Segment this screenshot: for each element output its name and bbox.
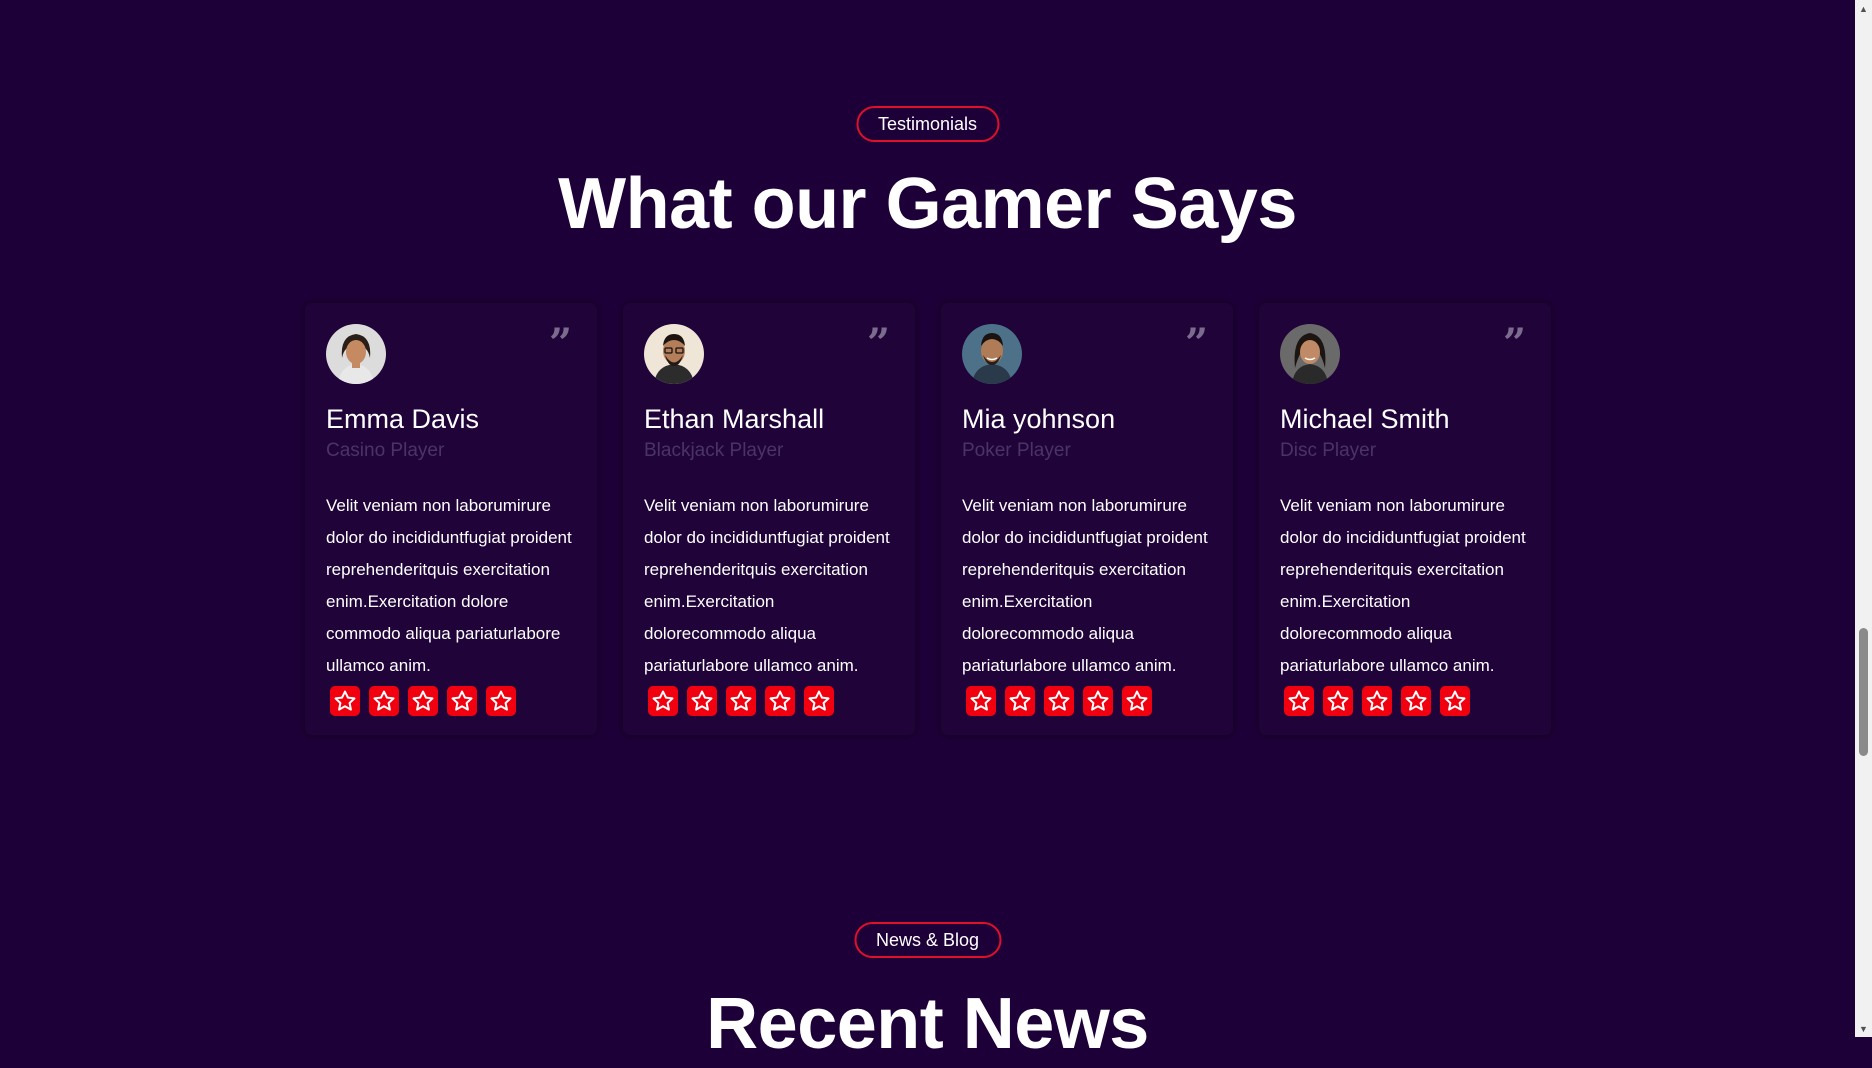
avatar [326, 324, 386, 384]
testimonial-name: Emma Davis [326, 404, 480, 434]
star-icon [1284, 686, 1314, 716]
star-icon [486, 686, 516, 716]
testimonial-name: Michael Smith [1280, 404, 1450, 434]
testimonial-text: Velit veniam non laborumirure dolor do i… [644, 496, 890, 675]
star-icon [765, 686, 795, 716]
star-icon [1362, 686, 1392, 716]
star-icon [804, 686, 834, 716]
testimonial-text: Velit veniam non laborumirure dolor do i… [962, 496, 1208, 675]
testimonials-badge: Testimonials [855, 106, 1000, 142]
star-icon [1005, 686, 1035, 716]
star-icon [1083, 686, 1113, 716]
star-icon [447, 686, 477, 716]
rating-stars [1284, 686, 1530, 716]
avatar [1280, 324, 1340, 384]
testimonial-role: Disc Player [1280, 440, 1377, 461]
star-icon [1440, 686, 1470, 716]
testimonial-role: Blackjack Player [644, 440, 784, 461]
testimonial-name: Mia yohnson [962, 404, 1116, 434]
news-title: Recent News [706, 984, 1149, 1064]
star-icon [687, 686, 717, 716]
rating-stars [966, 686, 1212, 716]
testimonial-name: Ethan Marshall [644, 404, 825, 434]
testimonial-role: Poker Player [962, 440, 1071, 461]
star-icon [408, 686, 438, 716]
scroll-down-arrow-icon[interactable]: ▼ [1855, 1020, 1872, 1037]
page: Testimonials What our Gamer Says ” Emma … [0, 0, 1855, 1064]
quote-icon: ” [1184, 324, 1208, 354]
star-icon [330, 686, 360, 716]
testimonial-role: Casino Player [326, 440, 445, 461]
star-icon [966, 686, 996, 716]
quote-icon: ” [548, 324, 572, 354]
testimonial-text: Velit veniam non laborumirure dolor do i… [1280, 496, 1526, 675]
testimonial-card: ” Mia yohnson Poker Player Velit veniam … [942, 304, 1232, 734]
quote-icon: ” [1502, 324, 1526, 354]
avatar [962, 324, 1022, 384]
rating-stars [648, 686, 894, 716]
rating-stars [330, 686, 576, 716]
testimonial-card: ” Michael Smith Disc Player Velit veniam… [1260, 304, 1550, 734]
testimonial-cards: ” Emma Davis Casino Player Velit veniam … [306, 304, 1550, 734]
scroll-thumb[interactable] [1859, 628, 1868, 756]
testimonial-card: ” Emma Davis Casino Player Velit veniam … [306, 304, 596, 734]
avatar [644, 324, 704, 384]
vertical-scrollbar[interactable]: ▲ ▼ [1855, 0, 1872, 1037]
quote-icon: ” [866, 324, 890, 354]
scroll-up-arrow-icon[interactable]: ▲ [1855, 0, 1872, 17]
star-icon [726, 686, 756, 716]
news-badge: News & Blog [853, 922, 1002, 958]
star-icon [369, 686, 399, 716]
star-icon [1044, 686, 1074, 716]
star-icon [1122, 686, 1152, 716]
star-icon [1323, 686, 1353, 716]
testimonial-text: Velit veniam non laborumirure dolor do i… [326, 496, 572, 675]
star-icon [1401, 686, 1431, 716]
testimonial-card: ” Ethan Marshall Blackjack Player Velit … [624, 304, 914, 734]
star-icon [648, 686, 678, 716]
testimonials-title: What our Gamer Says [558, 164, 1297, 244]
